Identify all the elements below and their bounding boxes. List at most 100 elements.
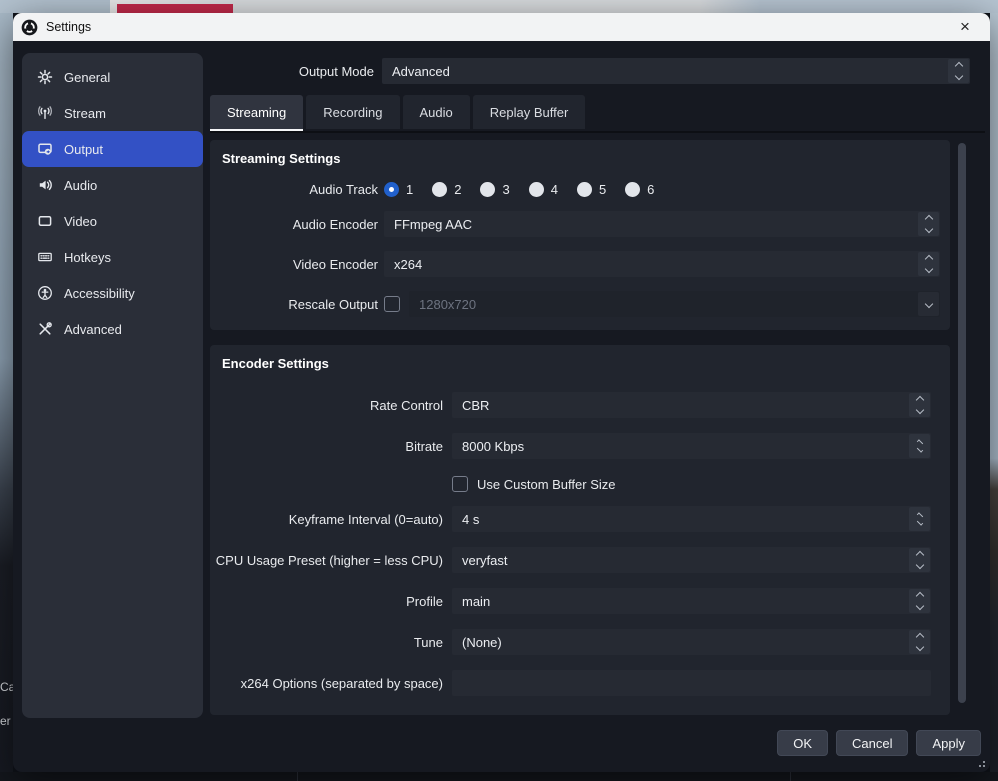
audio-encoder-row: Audio Encoder FFmpeg AAC bbox=[210, 211, 940, 237]
output-mode-row: Output Mode Advanced bbox=[210, 58, 970, 84]
obs-logo-icon bbox=[21, 19, 38, 36]
streaming-settings-section: Streaming Settings Audio Track 1 2 3 4 5… bbox=[210, 140, 950, 330]
sidebar-item-general[interactable]: General bbox=[22, 59, 203, 95]
vertical-scrollbar[interactable] bbox=[958, 143, 966, 703]
keyframe-interval-row: Keyframe Interval (0=auto) 4 s bbox=[210, 506, 931, 532]
profile-row: Profile main bbox=[210, 588, 931, 614]
background-text-fragment: Ca bbox=[0, 680, 13, 694]
chevron-updown-icon[interactable] bbox=[909, 393, 930, 417]
profile-select[interactable]: main bbox=[452, 588, 931, 614]
output-mode-label: Output Mode bbox=[210, 64, 382, 79]
radio-icon[interactable] bbox=[577, 182, 592, 197]
window-title: Settings bbox=[46, 20, 91, 34]
apply-button[interactable]: Apply bbox=[916, 730, 981, 756]
video-encoder-select[interactable]: x264 bbox=[384, 251, 940, 277]
sidebar-item-output[interactable]: Output bbox=[22, 131, 203, 167]
broadcast-icon bbox=[37, 105, 53, 121]
keyframe-interval-label: Keyframe Interval (0=auto) bbox=[210, 512, 452, 527]
radio-icon[interactable] bbox=[480, 182, 495, 197]
titlebar[interactable]: Settings × bbox=[13, 13, 990, 41]
rate-control-select[interactable]: CBR bbox=[452, 392, 931, 418]
audio-track-option-6[interactable]: 6 bbox=[625, 182, 654, 197]
desktop-left-strip bbox=[0, 13, 13, 781]
radio-label: 5 bbox=[599, 182, 606, 197]
sidebar-item-accessibility[interactable]: Accessibility bbox=[22, 275, 203, 311]
tune-value: (None) bbox=[462, 635, 502, 650]
accessibility-icon bbox=[37, 285, 53, 301]
tab-replay-buffer[interactable]: Replay Buffer bbox=[473, 95, 586, 129]
rescale-output-checkbox[interactable] bbox=[384, 296, 400, 312]
tune-row: Tune (None) bbox=[210, 629, 931, 655]
radio-icon[interactable] bbox=[625, 182, 640, 197]
radio-label: 3 bbox=[502, 182, 509, 197]
output-mode-value: Advanced bbox=[392, 64, 450, 79]
desktop-red-bar bbox=[117, 4, 233, 13]
sidebar-item-label: Hotkeys bbox=[64, 250, 111, 265]
spinner-arrows-icon[interactable] bbox=[909, 507, 930, 531]
dialog-footer: OK Cancel Apply bbox=[777, 730, 981, 756]
keyframe-interval-value: 4 s bbox=[462, 512, 479, 527]
sidebar-item-label: Accessibility bbox=[64, 286, 135, 301]
ok-button[interactable]: OK bbox=[777, 730, 828, 756]
gear-icon bbox=[37, 69, 53, 85]
keyframe-interval-spinbox[interactable]: 4 s bbox=[452, 506, 931, 532]
sidebar-item-video[interactable]: Video bbox=[22, 203, 203, 239]
chevron-updown-icon[interactable] bbox=[918, 212, 939, 236]
sidebar-item-label: Video bbox=[64, 214, 97, 229]
rescale-resolution-select: 1280x720 bbox=[409, 291, 940, 317]
audio-track-option-5[interactable]: 5 bbox=[577, 182, 606, 197]
tab-streaming[interactable]: Streaming bbox=[210, 95, 303, 129]
sidebar-item-advanced[interactable]: Advanced bbox=[22, 311, 203, 347]
audio-encoder-value: FFmpeg AAC bbox=[394, 217, 472, 232]
background-divider bbox=[790, 772, 791, 781]
video-encoder-row: Video Encoder x264 bbox=[210, 251, 940, 277]
bitrate-value: 8000 Kbps bbox=[462, 439, 524, 454]
chevron-updown-icon[interactable] bbox=[948, 59, 969, 83]
close-icon[interactable]: × bbox=[948, 13, 982, 41]
desktop-right-strip bbox=[990, 13, 998, 781]
tune-select[interactable]: (None) bbox=[452, 629, 931, 655]
radio-icon[interactable] bbox=[432, 182, 447, 197]
bitrate-label: Bitrate bbox=[210, 439, 452, 454]
x264-options-row: x264 Options (separated by space) bbox=[210, 670, 931, 696]
chevron-down-icon bbox=[918, 292, 939, 316]
custom-buffer-checkbox[interactable] bbox=[452, 476, 468, 492]
sidebar-item-hotkeys[interactable]: Hotkeys bbox=[22, 239, 203, 275]
background-text-fragment: er bbox=[0, 714, 13, 728]
audio-track-option-4[interactable]: 4 bbox=[529, 182, 558, 197]
audio-track-option-1[interactable]: 1 bbox=[384, 182, 413, 197]
encoder-settings-section: Encoder Settings Rate Control CBR Bitrat… bbox=[210, 345, 950, 715]
x264-options-input[interactable] bbox=[452, 670, 931, 696]
resize-grip-icon[interactable] bbox=[976, 758, 985, 767]
video-encoder-value: x264 bbox=[394, 257, 422, 272]
cpu-preset-select[interactable]: veryfast bbox=[452, 547, 931, 573]
tab-recording[interactable]: Recording bbox=[306, 95, 399, 129]
audio-encoder-select[interactable]: FFmpeg AAC bbox=[384, 211, 940, 237]
sidebar-item-stream[interactable]: Stream bbox=[22, 95, 203, 131]
chevron-updown-icon[interactable] bbox=[918, 252, 939, 276]
settings-sidebar: General Stream Output Audio bbox=[22, 53, 203, 718]
audio-track-option-2[interactable]: 2 bbox=[432, 182, 461, 197]
radio-label: 4 bbox=[551, 182, 558, 197]
radio-checked-icon[interactable] bbox=[384, 182, 399, 197]
rate-control-row: Rate Control CBR bbox=[210, 392, 931, 418]
chevron-updown-icon[interactable] bbox=[909, 589, 930, 613]
output-mode-select[interactable]: Advanced bbox=[382, 58, 970, 84]
chevron-updown-icon[interactable] bbox=[909, 630, 930, 654]
radio-label: 2 bbox=[454, 182, 461, 197]
audio-track-option-3[interactable]: 3 bbox=[480, 182, 509, 197]
spinner-arrows-icon[interactable] bbox=[909, 434, 930, 458]
chevron-updown-icon[interactable] bbox=[909, 548, 930, 572]
sidebar-item-audio[interactable]: Audio bbox=[22, 167, 203, 203]
section-title: Encoder Settings bbox=[210, 345, 950, 372]
radio-icon[interactable] bbox=[529, 182, 544, 197]
profile-value: main bbox=[462, 594, 490, 609]
background-divider bbox=[297, 772, 298, 781]
bitrate-spinbox[interactable]: 8000 Kbps bbox=[452, 433, 931, 459]
audio-encoder-label: Audio Encoder bbox=[210, 217, 384, 232]
cancel-button[interactable]: Cancel bbox=[836, 730, 908, 756]
settings-dialog: Settings × General Stream bbox=[13, 13, 990, 772]
tab-divider bbox=[210, 131, 985, 133]
radio-label: 1 bbox=[406, 182, 413, 197]
tab-audio[interactable]: Audio bbox=[403, 95, 470, 129]
